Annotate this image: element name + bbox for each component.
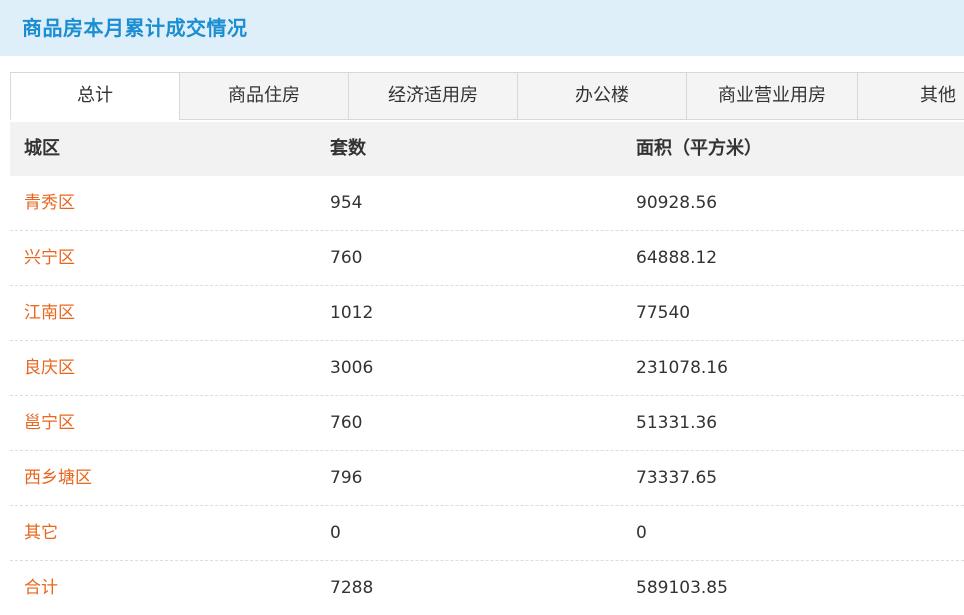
district-link[interactable]: 青秀区 (24, 176, 75, 230)
tab-commercial-housing[interactable]: 商品住房 (179, 72, 349, 120)
area-cell-total: 589103.85 (636, 578, 728, 598)
tab-office[interactable]: 办公楼 (517, 72, 687, 120)
area-cell: 51331.36 (636, 413, 718, 433)
district-link[interactable]: 其它 (24, 506, 58, 560)
tab-affordable-housing[interactable]: 经济适用房 (348, 72, 518, 120)
table-header: 城区 套数 面积（平方米） (10, 122, 964, 176)
page: 商品房本月累计成交情况 总计 商品住房 经济适用房 办公楼 商业营业用房 其他 … (0, 0, 964, 615)
district-link-total[interactable]: 合计 (24, 561, 58, 615)
transaction-table: 城区 套数 面积（平方米） 青秀区 954 90928.56 兴宁区 760 6… (10, 122, 964, 615)
area-cell: 0 (636, 523, 647, 543)
table-row-total: 合计 7288 589103.85 (10, 561, 964, 615)
table-row: 良庆区 3006 231078.16 (10, 341, 964, 396)
column-header-units: 套数 (330, 138, 366, 159)
units-cell: 3006 (330, 358, 374, 378)
district-link[interactable]: 西乡塘区 (24, 451, 92, 505)
district-link[interactable]: 兴宁区 (24, 231, 75, 285)
area-cell: 77540 (636, 303, 691, 323)
units-cell: 0 (330, 523, 341, 543)
table-row: 青秀区 954 90928.56 (10, 176, 964, 231)
table-row: 江南区 1012 77540 (10, 286, 964, 341)
table-row: 兴宁区 760 64888.12 (10, 231, 964, 286)
units-cell: 760 (330, 413, 363, 433)
tab-bar: 总计 商品住房 经济适用房 办公楼 商业营业用房 其他 (10, 72, 964, 120)
section-header: 商品房本月累计成交情况 (0, 0, 964, 56)
tab-total[interactable]: 总计 (10, 72, 180, 120)
tab-other[interactable]: 其他 (857, 72, 964, 120)
table-row: 西乡塘区 796 73337.65 (10, 451, 964, 506)
district-link[interactable]: 邕宁区 (24, 396, 75, 450)
table-row: 邕宁区 760 51331.36 (10, 396, 964, 451)
district-link[interactable]: 良庆区 (24, 341, 75, 395)
table-row: 其它 0 0 (10, 506, 964, 561)
tab-business[interactable]: 商业营业用房 (686, 72, 858, 120)
column-header-district: 城区 (24, 138, 60, 159)
area-cell: 90928.56 (636, 193, 718, 213)
column-header-area: 面积（平方米） (636, 138, 762, 159)
units-cell-total: 7288 (330, 578, 374, 598)
units-cell: 796 (330, 468, 363, 488)
area-cell: 73337.65 (636, 468, 718, 488)
units-cell: 760 (330, 248, 363, 268)
area-cell: 231078.16 (636, 358, 728, 378)
area-cell: 64888.12 (636, 248, 718, 268)
district-link[interactable]: 江南区 (24, 286, 75, 340)
units-cell: 1012 (330, 303, 374, 323)
units-cell: 954 (330, 193, 363, 213)
section-title: 商品房本月累计成交情况 (22, 16, 248, 40)
